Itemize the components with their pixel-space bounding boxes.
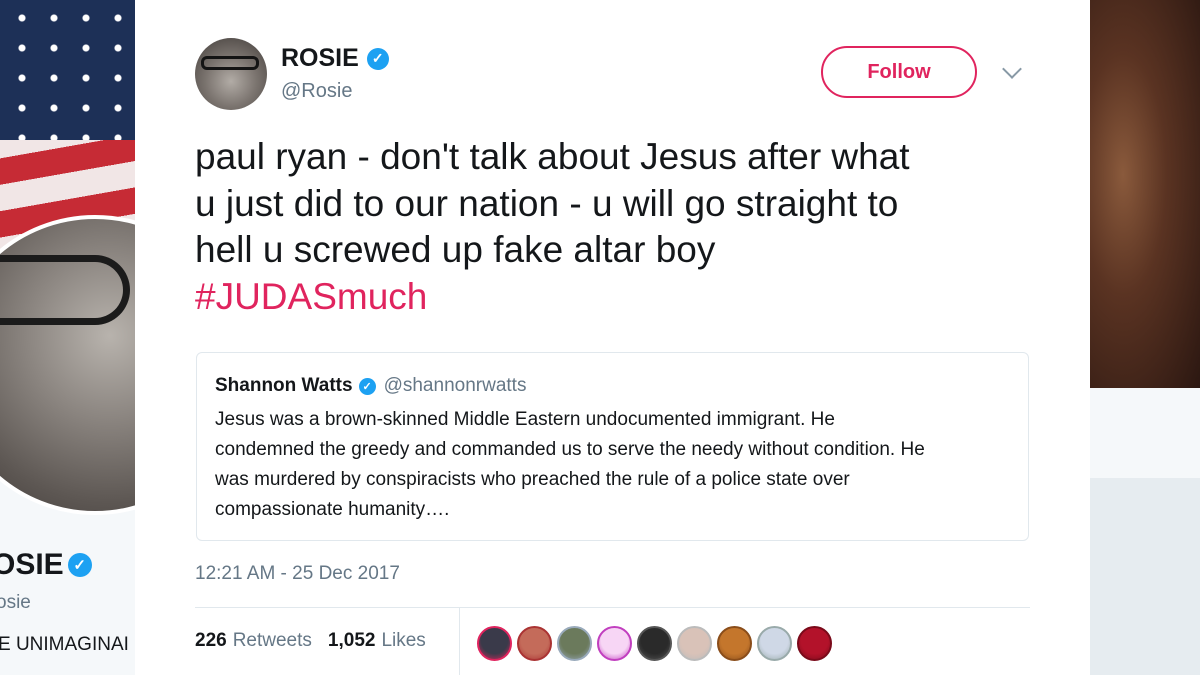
liker-avatar-2[interactable] <box>517 626 552 661</box>
author-name-row[interactable]: ROSIE ✓ <box>281 44 389 73</box>
tweet-text-line: paul ryan - don't talk about Jesus after… <box>195 136 910 177</box>
verified-icon: ✓ <box>366 47 389 70</box>
retweets-stat[interactable]: 226 Retweets <box>195 630 312 652</box>
author-handle[interactable]: @Rosie <box>281 80 352 103</box>
background-card <box>1090 388 1200 478</box>
liker-avatar-5[interactable] <box>637 626 672 661</box>
liker-avatar-3[interactable] <box>557 626 592 661</box>
background-profile-bio: E UNIMAGINAI <box>0 634 129 655</box>
background-profile-handle: osie <box>0 592 31 613</box>
quoted-text-line: Jesus was a brown-skinned Middle Eastern… <box>215 409 835 430</box>
chevron-down-icon[interactable] <box>1002 59 1022 79</box>
quoted-author-name: Shannon Watts <box>215 375 353 396</box>
quoted-tweet-header: Shannon Watts ✓ @shannonrwatts <box>215 375 526 397</box>
tweet-text-line: hell u screwed up fake altar boy <box>195 229 716 270</box>
hashtag-link[interactable]: #JUDASmuch <box>195 274 1055 321</box>
avatar-glasses <box>201 56 259 70</box>
quoted-author-handle: @shannonrwatts <box>383 375 527 396</box>
liker-avatar-8[interactable] <box>757 626 792 661</box>
follow-button[interactable]: Follow <box>821 46 977 98</box>
background-photo <box>1090 0 1200 388</box>
quoted-text-line: condemned the greedy and commanded us to… <box>215 439 925 460</box>
tweet-text: paul ryan - don't talk about Jesus after… <box>195 134 1055 320</box>
background-profile-name: OSIE ✓ <box>0 548 92 582</box>
avatar-glasses <box>0 255 130 325</box>
author-name[interactable]: ROSIE <box>281 44 359 73</box>
like-count: 1,052 <box>327 630 376 651</box>
liker-avatar-6[interactable] <box>677 626 712 661</box>
background-name-text: OSIE <box>0 548 64 581</box>
likes-stat[interactable]: 1,052 Likes <box>328 630 426 652</box>
like-label: Likes <box>381 630 426 651</box>
quoted-tweet[interactable]: Shannon Watts ✓ @shannonrwatts Jesus was… <box>196 352 1029 541</box>
background-right-panel <box>1090 0 1200 675</box>
quoted-text-line: compassionate humanity…. <box>215 499 450 520</box>
quoted-text-line: was murdered by conspiracists who preach… <box>215 469 850 490</box>
retweet-count: 226 <box>195 630 227 651</box>
retweet-label: Retweets <box>232 630 312 651</box>
tweet-card: ROSIE ✓ @Rosie Follow paul ryan - don't … <box>135 0 1090 675</box>
tweet-stats: 226 Retweets 1,052 Likes <box>195 630 426 652</box>
author-avatar[interactable] <box>195 38 267 110</box>
background-profile-panel: OSIE ✓ osie E UNIMAGINAI <box>0 0 135 675</box>
tweet-text-line: u just did to our nation - u will go str… <box>195 182 899 224</box>
divider <box>195 607 1030 608</box>
divider <box>459 608 460 675</box>
liker-avatar-9[interactable] <box>797 626 832 661</box>
quoted-tweet-text: Jesus was a brown-skinned Middle Eastern… <box>215 405 1015 525</box>
verified-icon: ✓ <box>67 553 92 577</box>
liker-avatar-1[interactable] <box>477 626 512 661</box>
liker-avatar-7[interactable] <box>717 626 752 661</box>
liker-avatar-4[interactable] <box>597 626 632 661</box>
liker-avatars <box>477 626 832 661</box>
flag-canton <box>0 0 135 140</box>
tweet-timestamp[interactable]: 12:21 AM - 25 Dec 2017 <box>195 563 400 585</box>
verified-icon: ✓ <box>358 377 376 395</box>
